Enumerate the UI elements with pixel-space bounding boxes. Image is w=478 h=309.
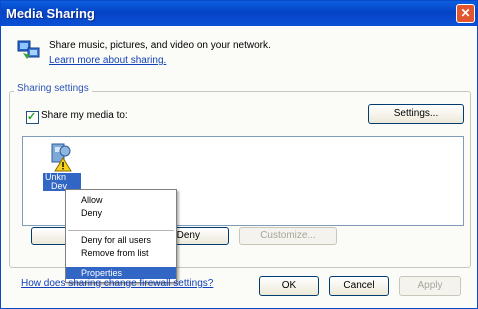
sharing-settings-label: Sharing settings xyxy=(14,83,92,94)
menu-item-remove[interactable]: Remove from list xyxy=(66,247,176,259)
close-icon: ✕ xyxy=(460,6,471,20)
apply-button: Apply xyxy=(399,276,461,296)
customize-button: Customize... xyxy=(239,227,337,245)
settings-button[interactable]: Settings... xyxy=(368,104,464,124)
firewall-help-link[interactable]: How does sharing change firewall setting… xyxy=(21,278,213,289)
intro-text: Share music, pictures, and video on your… xyxy=(49,40,271,51)
checkmark-icon: ✓ xyxy=(27,111,37,123)
window-title: Media Sharing xyxy=(6,6,95,21)
cancel-button[interactable]: Cancel xyxy=(329,276,389,296)
menu-item-allow[interactable]: Allow xyxy=(66,194,176,206)
context-menu: Allow Deny Deny for all users Remove fro… xyxy=(65,189,177,283)
share-my-media-label: Share my media to: xyxy=(41,110,128,121)
close-button[interactable]: ✕ xyxy=(456,4,475,23)
title-bar: Media Sharing ✕ xyxy=(1,1,477,26)
share-my-media-checkbox[interactable]: ✓ xyxy=(26,111,39,124)
menu-separator xyxy=(68,230,174,231)
menu-item-deny-all[interactable]: Deny for all users xyxy=(66,234,176,246)
unknown-device-icon[interactable] xyxy=(49,142,79,172)
dialog-content: Share music, pictures, and video on your… xyxy=(1,26,477,308)
ok-button[interactable]: OK xyxy=(259,276,319,296)
learn-more-link[interactable]: Learn more about sharing. xyxy=(49,55,166,66)
menu-item-deny[interactable]: Deny xyxy=(66,207,176,219)
media-sharing-icon xyxy=(17,40,40,59)
media-sharing-window: Media Sharing ✕ Share music, pictures, a… xyxy=(0,0,478,309)
